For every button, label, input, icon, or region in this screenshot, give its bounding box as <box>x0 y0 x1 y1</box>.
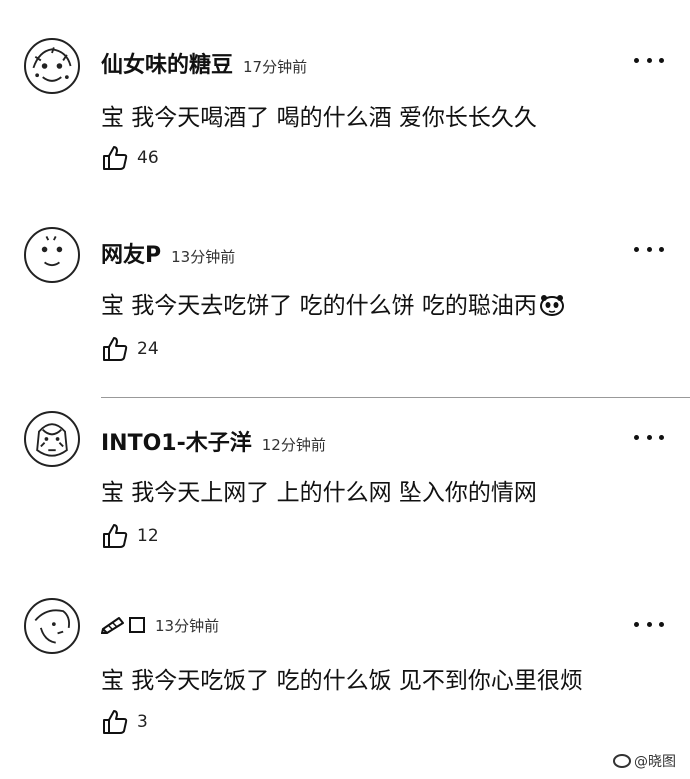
username[interactable]: INTO1-木子洋 <box>101 425 252 457</box>
more-options-icon[interactable] <box>634 241 664 257</box>
comment-text: 宝 我今天吃饭了 吃的什么饭 见不到你心里很烦 <box>101 668 583 694</box>
comment-text: 宝 我今天喝酒了 喝的什么酒 爱你长长久久 <box>101 105 537 131</box>
like-count: 12 <box>137 526 159 546</box>
avatar[interactable] <box>24 411 80 467</box>
comment-meta: INTO1-木子洋 12分钟前 <box>101 425 326 457</box>
timestamp: 17分钟前 <box>243 58 308 76</box>
like-count: 46 <box>137 148 159 168</box>
thumbs-up-icon <box>103 337 128 361</box>
comment-item: 网友P 13分钟前 宝 我今天去吃饼了 吃的什么饼 吃的聪油丙 24 <box>0 187 690 374</box>
more-options-icon[interactable] <box>634 429 664 445</box>
watermark: @晓图 <box>613 751 676 771</box>
avatar[interactable] <box>24 598 80 654</box>
avatar-cartoon-icon <box>27 41 77 91</box>
comment-text: 宝 我今天去吃饼了 吃的什么饼 吃的聪油丙 <box>101 286 566 320</box>
square-icon <box>129 617 145 633</box>
avatar-face-icon <box>27 230 77 280</box>
avatar[interactable] <box>24 227 80 283</box>
timestamp: 13分钟前 <box>155 617 220 635</box>
comment-item: 仙女味的糖豆 17分钟前 宝 我今天喝酒了 喝的什么酒 爱你长长久久 46 <box>0 0 690 187</box>
comment-meta: 网友P 13分钟前 <box>101 237 235 269</box>
like-count: 3 <box>137 712 148 732</box>
like-button[interactable]: 24 <box>101 335 159 363</box>
like-count: 24 <box>137 339 159 359</box>
like-button[interactable]: 3 <box>101 708 148 736</box>
comment-text-content: 宝 我今天去吃饼了 吃的什么饼 吃的聪油丙 <box>101 293 537 319</box>
watermark-text: @晓图 <box>634 754 676 770</box>
avatar-sketch-icon <box>27 601 77 651</box>
avatar-photo-icon <box>27 414 77 464</box>
comment-meta: 仙女味的糖豆 17分钟前 <box>101 47 307 79</box>
timestamp: 12分钟前 <box>261 436 326 454</box>
timestamp: 13分钟前 <box>171 248 236 266</box>
more-options-icon[interactable] <box>634 52 664 68</box>
username[interactable]: 网友P <box>101 237 161 269</box>
username[interactable] <box>101 612 145 637</box>
thumbs-up-icon <box>103 524 128 548</box>
comment-item: INTO1-木子洋 12分钟前 宝 我今天上网了 上的什么网 坠入你的情网 12 <box>0 375 690 562</box>
thumbs-up-icon <box>103 146 128 170</box>
avatar[interactable] <box>24 38 80 94</box>
like-button[interactable]: 46 <box>101 144 159 172</box>
comment-item: 13分钟前 宝 我今天吃饭了 吃的什么饭 见不到你心里很烦 3 <box>0 562 690 749</box>
thumbs-up-icon <box>103 710 128 734</box>
comment-meta: 13分钟前 <box>101 612 219 637</box>
more-options-icon[interactable] <box>634 616 664 632</box>
like-button[interactable]: 12 <box>101 522 159 550</box>
weibo-logo-icon <box>613 754 631 768</box>
panda-emoji-icon <box>539 295 564 316</box>
comment-text: 宝 我今天上网了 上的什么网 坠入你的情网 <box>101 480 537 506</box>
pencil-icon <box>101 617 124 634</box>
username[interactable]: 仙女味的糖豆 <box>101 47 233 79</box>
